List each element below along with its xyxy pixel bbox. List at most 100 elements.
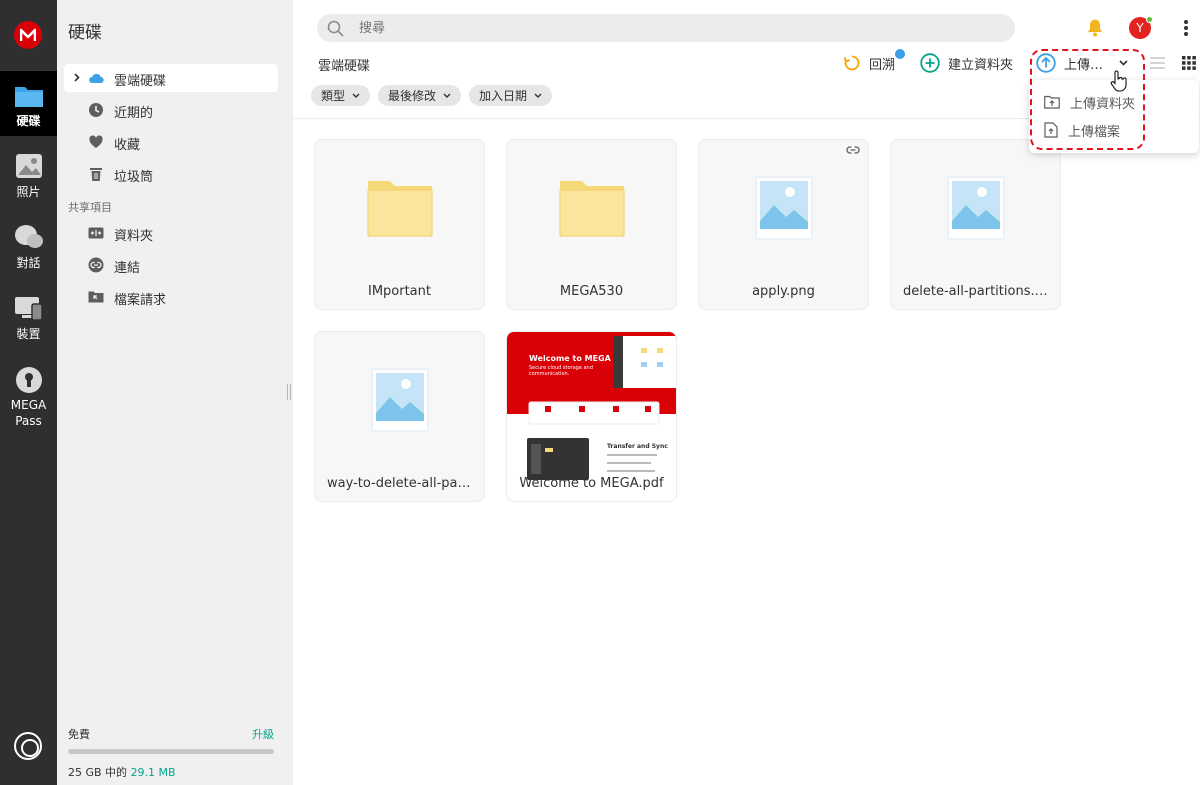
link-icon <box>88 257 104 273</box>
photo-icon <box>15 154 42 178</box>
hand-cursor-icon <box>1110 70 1127 92</box>
file-card-pdf[interactable]: Welcome to MEGA Secure cloud storage and… <box>506 331 677 502</box>
rail-item-drive[interactable]: 硬碟 <box>0 71 57 136</box>
cloud-icon <box>89 73 104 84</box>
search-bar[interactable] <box>317 14 1015 42</box>
rewind-icon <box>843 55 860 71</box>
file-name: MEGA530 <box>559 284 624 299</box>
filter-label: 類型 <box>321 89 346 103</box>
folder-icon <box>14 87 43 107</box>
new-folder-label: 建立資料夾 <box>948 57 1014 73</box>
chevron-down-icon <box>534 93 542 98</box>
sidebar-item-label: 資料夾 <box>114 229 154 244</box>
folder-icon <box>559 181 625 237</box>
filter-date-added[interactable]: 加入日期 <box>469 85 553 106</box>
shared-section-label: 共享項目 <box>68 201 112 214</box>
storage-usage: 25 GB 中的 29.1 MB <box>68 764 274 780</box>
rail-item-devices[interactable]: 裝置 <box>0 295 57 342</box>
sidebar-item-favourites[interactable]: 收藏 <box>64 128 278 156</box>
bell-icon[interactable] <box>1086 18 1104 37</box>
sidebar-item-recents[interactable]: 近期的 <box>64 96 278 124</box>
chat-icon <box>14 225 43 248</box>
shared-folder-icon <box>88 227 104 239</box>
chevron-down-icon <box>443 93 451 98</box>
file-name: apply.png <box>752 284 815 299</box>
filter-label: 加入日期 <box>479 89 528 103</box>
avatar[interactable]: Y <box>1129 16 1153 39</box>
sidebar-item-label: 收藏 <box>114 138 141 153</box>
search-icon <box>327 20 344 37</box>
notification-dot <box>895 49 905 59</box>
heart-icon <box>89 135 103 148</box>
file-name: delete-all-partitions.p... <box>903 284 1056 299</box>
file-card-folder[interactable]: MEGA530 <box>506 139 677 310</box>
plan-label: 免費 <box>68 728 90 741</box>
rail-label: Pass <box>15 414 42 428</box>
pdf-heading: Welcome to MEGA <box>529 354 611 363</box>
sidebar-item-label: 檔案請求 <box>114 293 167 308</box>
sidebar-title: 硬碟 <box>68 23 102 43</box>
file-card-folder[interactable]: IMportant <box>314 139 485 310</box>
pdf-section: Transfer and Sync <box>607 443 668 450</box>
storage-used: 29.1 MB <box>130 766 176 779</box>
sidebar-item-cloud-drive[interactable]: 雲端硬碟 <box>64 64 278 92</box>
rewind-label: 回溯 <box>869 57 896 73</box>
mega-logo[interactable] <box>14 21 42 49</box>
sidebar-item-links[interactable]: 連結 <box>64 251 278 279</box>
pdf-subheading: Secure cloud storage and communication. <box>529 365 593 377</box>
filter-last-modified[interactable]: 最後修改 <box>378 85 462 106</box>
sidebar-resize-handle[interactable] <box>287 384 291 400</box>
rail-label: 照片 <box>16 185 41 199</box>
annotation-highlight <box>1030 49 1145 150</box>
grid-view-icon[interactable] <box>1182 56 1196 70</box>
file-name: way-to-delete-all-par... <box>327 476 475 491</box>
file-card-image[interactable]: way-to-delete-all-par... <box>314 331 485 502</box>
storage-total: 25 GB 中的 <box>68 766 128 779</box>
image-file-icon <box>371 368 429 432</box>
chevron-right-icon[interactable] <box>74 73 80 82</box>
storage-panel: 免費 升級 25 GB 中的 29.1 MB <box>68 726 274 780</box>
image-file-icon <box>947 176 1005 240</box>
file-name: Welcome to MEGA.pdf <box>519 476 664 491</box>
rewind-button[interactable]: 回溯 <box>843 49 905 74</box>
keyhole-icon <box>15 367 42 393</box>
rail-label: 硬碟 <box>16 114 41 128</box>
file-name: IMportant <box>367 284 431 299</box>
file-card-image[interactable]: delete-all-partitions.p... <box>890 139 1061 310</box>
filter-bar: 類型 最後修改 加入日期 <box>311 85 560 106</box>
rail-item-pass[interactable]: MEGA Pass <box>0 366 57 428</box>
sidebar-item-label: 垃圾筒 <box>114 170 154 185</box>
sidebar-item-label: 近期的 <box>114 106 154 121</box>
image-file-icon <box>755 176 813 240</box>
rail-item-photos[interactable]: 照片 <box>0 153 57 200</box>
more-options-icon[interactable] <box>1184 20 1188 36</box>
sidebar-item-label: 連結 <box>114 261 141 276</box>
sidebar-item-shared-folders[interactable]: 資料夾 <box>64 219 278 247</box>
file-request-icon <box>88 291 104 303</box>
rail-item-chat[interactable]: 對話 <box>0 224 57 271</box>
sidebar: 硬碟 雲端硬碟 近期的 收藏 垃圾筒 共享項目 資料夾 連結 檔案請求 免費 升… <box>57 0 293 785</box>
rail-label: 對話 <box>16 256 41 270</box>
breadcrumb[interactable]: 雲端硬碟 <box>318 55 370 74</box>
storage-bar <box>68 749 274 754</box>
link-icon <box>846 146 860 154</box>
folder-icon <box>367 181 433 237</box>
sidebar-item-trash[interactable]: 垃圾筒 <box>64 160 278 188</box>
sidebar-item-file-requests[interactable]: 檔案請求 <box>64 283 278 311</box>
online-status-dot <box>1146 16 1153 23</box>
chevron-down-icon <box>352 93 360 98</box>
app-rail: 硬碟 照片 對話 裝置 MEGA Pass <box>0 0 57 785</box>
sidebar-item-label: 雲端硬碟 <box>114 74 167 89</box>
new-folder-button[interactable]: 建立資料夾 <box>920 52 1013 74</box>
rail-label: 裝置 <box>16 327 41 341</box>
search-input[interactable] <box>359 19 959 37</box>
rail-label: MEGA <box>10 398 47 412</box>
upgrade-link[interactable]: 升級 <box>252 726 274 742</box>
file-card-image[interactable]: apply.png <box>698 139 869 310</box>
trash-icon <box>90 168 102 181</box>
filter-type[interactable]: 類型 <box>311 85 371 106</box>
filter-label: 最後修改 <box>388 89 437 103</box>
list-view-icon[interactable] <box>1150 57 1165 69</box>
add-circle-icon <box>920 53 940 73</box>
help-icon[interactable] <box>14 732 42 760</box>
